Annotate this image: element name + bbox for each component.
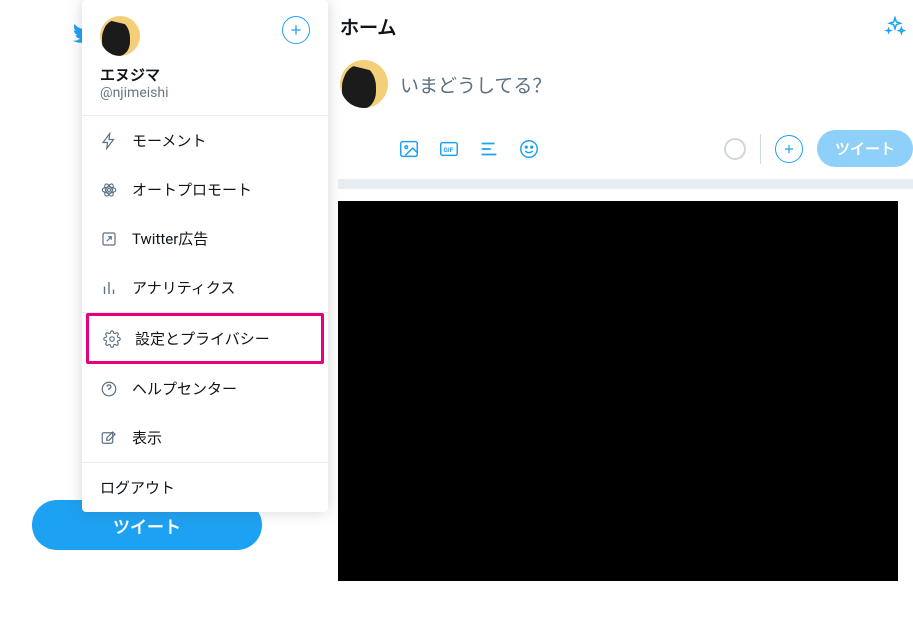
- avatar[interactable]: [340, 60, 388, 108]
- char-count-ring: [724, 138, 746, 160]
- gear-icon: [103, 330, 121, 348]
- menu-item-label: ログアウト: [100, 477, 175, 498]
- help-icon: [100, 380, 118, 398]
- popover-header: [82, 14, 328, 62]
- tweet-button-label: ツイート: [835, 140, 895, 158]
- menu-item-label: Twitter広告: [132, 228, 208, 249]
- popover-names: エヌジマ @njimeishi: [82, 62, 328, 115]
- menu-item-label: オートプロモート: [132, 179, 252, 200]
- atom-icon: [100, 181, 118, 199]
- compose-tweet-button-rail-label: ツイート: [113, 513, 181, 538]
- menu-item-logout[interactable]: ログアウト: [82, 463, 328, 512]
- compose-input[interactable]: いまどうしてる？: [400, 71, 913, 98]
- account-menu-popover: エヌジマ @njimeishi モーメント オートプロモート Twitter広告…: [82, 0, 328, 512]
- bar-chart-icon: [100, 279, 118, 297]
- compose-box: いまどうしてる？ GIF: [338, 52, 913, 189]
- poll-icon[interactable]: [478, 138, 500, 160]
- menu-item-auto-promote[interactable]: オートプロモート: [82, 165, 328, 214]
- user-handle: @njimeishi: [100, 85, 310, 101]
- image-icon[interactable]: [398, 138, 420, 160]
- top-tweets-toggle[interactable]: [877, 8, 913, 44]
- svg-text:GIF: GIF: [444, 145, 454, 153]
- add-account-button[interactable]: [282, 16, 310, 44]
- menu-item-display[interactable]: 表示: [82, 413, 328, 462]
- main-column: ホーム いまどうしてる？ GIF: [338, 0, 913, 581]
- edit-icon: [100, 429, 118, 447]
- timeline-header: ホーム: [338, 0, 913, 52]
- add-thread-button[interactable]: [775, 135, 803, 163]
- compose-toolbar: GIF ツイート: [338, 130, 913, 167]
- emoji-icon[interactable]: [518, 138, 540, 160]
- highlight-box: 設定とプライバシー: [86, 313, 324, 364]
- external-link-icon: [100, 230, 118, 248]
- compose-top: いまどうしてる？: [338, 60, 913, 108]
- compose-toolbar-right: ツイート: [724, 130, 913, 167]
- menu-item-help-center[interactable]: ヘルプセンター: [82, 364, 328, 413]
- divider: [760, 134, 761, 164]
- menu-item-label: 表示: [132, 427, 162, 448]
- menu-item-twitter-ads[interactable]: Twitter広告: [82, 214, 328, 263]
- menu-item-moments[interactable]: モーメント: [82, 116, 328, 165]
- page-title: ホーム: [340, 13, 396, 40]
- tweet-button[interactable]: ツイート: [817, 130, 913, 167]
- menu-item-label: モーメント: [132, 130, 206, 151]
- feed-media-preview[interactable]: [338, 201, 898, 581]
- menu-item-label: ヘルプセンター: [132, 378, 237, 399]
- menu-item-label: 設定とプライバシー: [135, 328, 270, 349]
- gif-icon[interactable]: GIF: [438, 138, 460, 160]
- menu-item-settings-privacy[interactable]: 設定とプライバシー: [89, 316, 321, 361]
- menu-item-label: アナリティクス: [132, 277, 235, 298]
- menu-item-analytics[interactable]: アナリティクス: [82, 263, 328, 312]
- lightning-icon: [100, 132, 118, 150]
- compose-toolbar-left: GIF: [398, 138, 540, 160]
- avatar[interactable]: [100, 16, 140, 56]
- display-name: エヌジマ: [100, 64, 310, 85]
